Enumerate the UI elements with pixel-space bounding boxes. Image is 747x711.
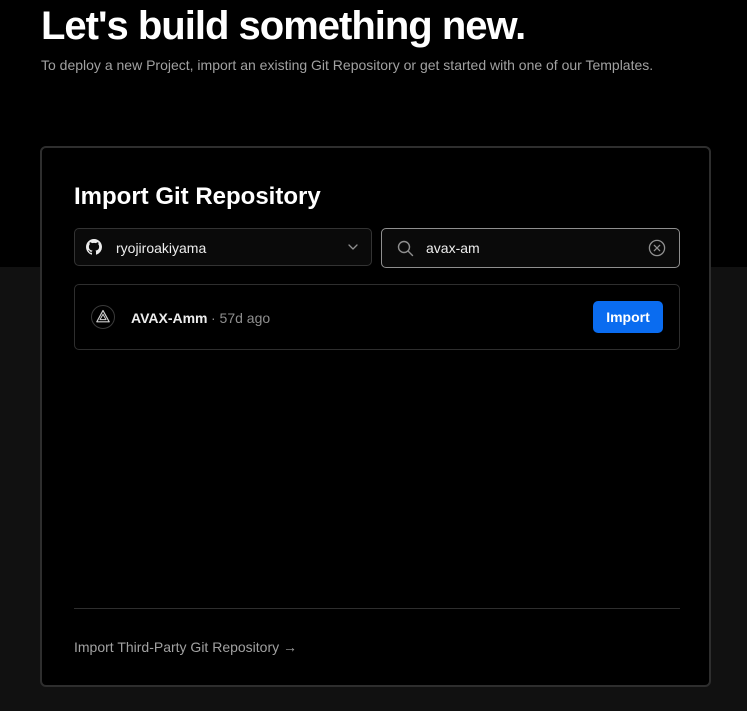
repository-row: AVAX-Amm · 57d ago Import	[75, 285, 679, 349]
selected-account-label: ryojiroakiyama	[116, 240, 207, 256]
import-button[interactable]: Import	[593, 301, 663, 333]
divider	[74, 608, 680, 609]
repository-updated-time: · 57d ago	[211, 310, 271, 326]
repository-search-box	[381, 228, 680, 268]
clear-search-icon[interactable]	[648, 239, 666, 257]
import-third-party-repository-link[interactable]: Import Third-Party Git Repository →	[74, 638, 297, 656]
github-icon	[86, 239, 102, 255]
git-scope-select[interactable]: ryojiroakiyama	[74, 228, 372, 266]
page-subtitle: To deploy a new Project, import an exist…	[41, 57, 654, 73]
import-git-repository-card: Import Git Repository ryojiroakiyama AV	[40, 146, 711, 687]
card-title: Import Git Repository	[74, 183, 321, 210]
search-icon	[397, 240, 414, 257]
repository-list: AVAX-Amm · 57d ago Import	[74, 284, 680, 350]
chevron-down-icon	[348, 244, 358, 250]
repository-name: AVAX-Amm	[131, 310, 208, 326]
framework-triangle-icon	[91, 305, 115, 329]
page-title: Let's build something new.	[41, 4, 526, 48]
repository-search-input[interactable]	[426, 237, 626, 259]
